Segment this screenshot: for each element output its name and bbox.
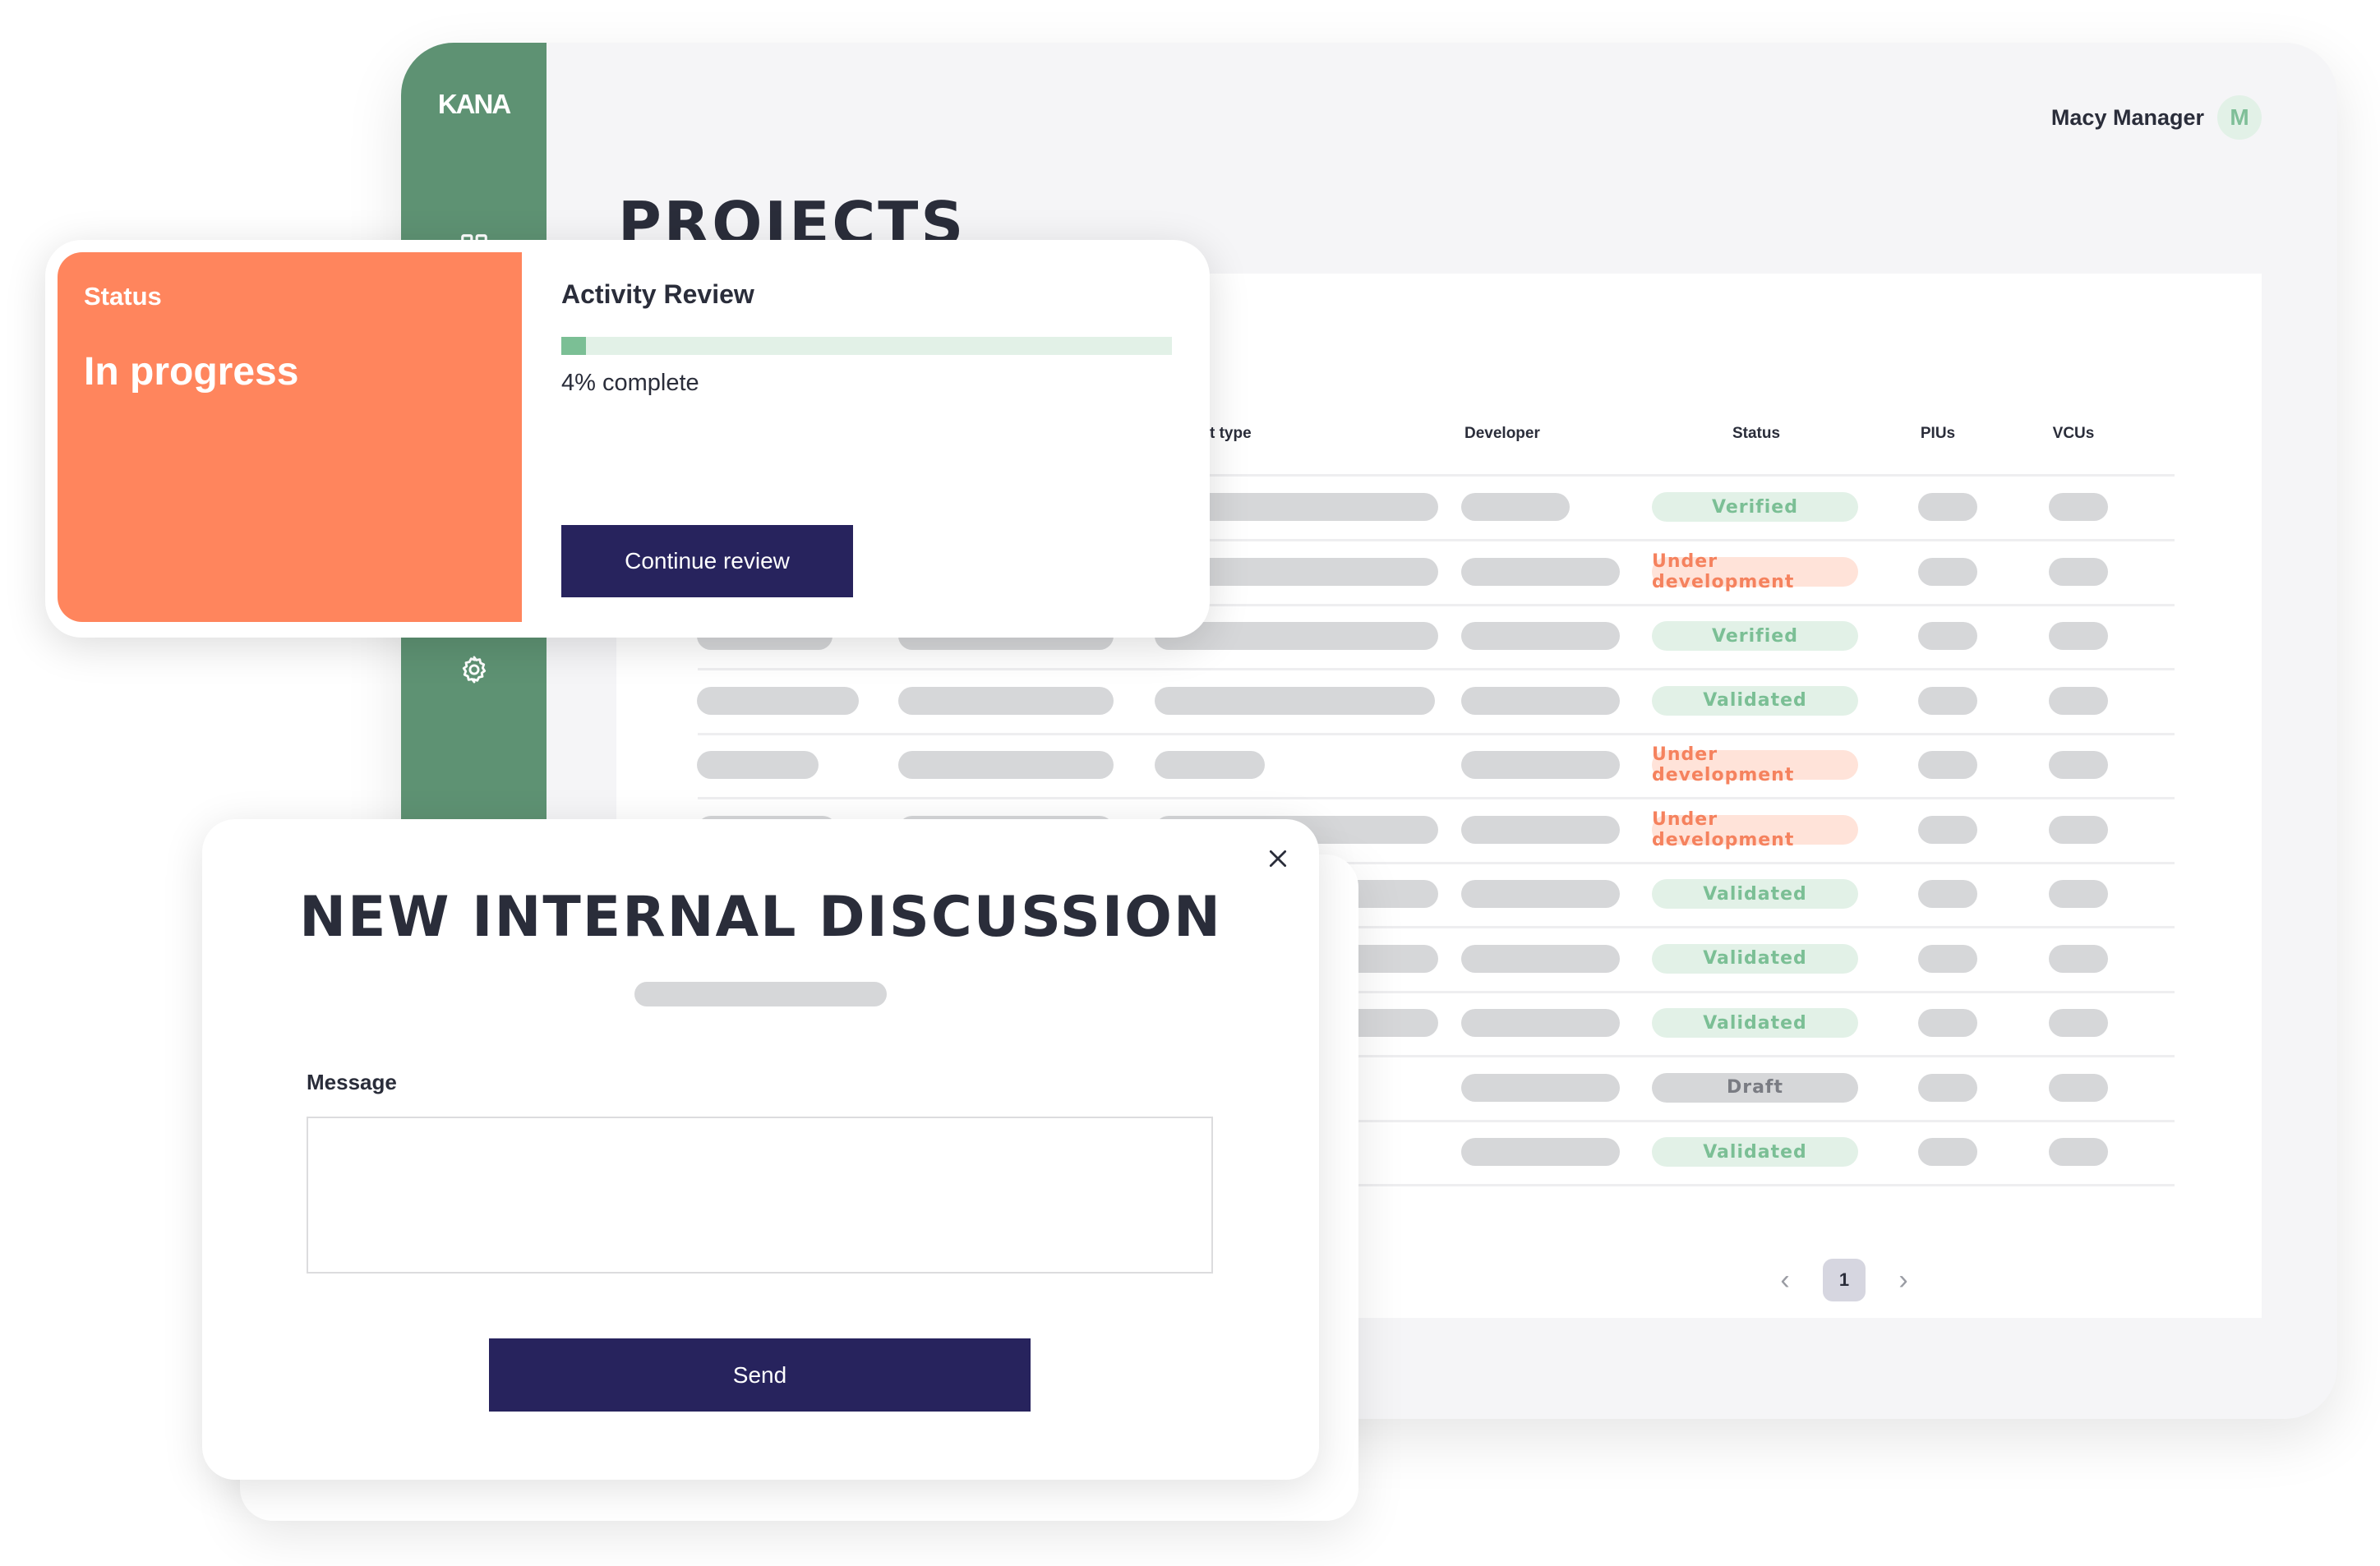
close-icon [1267,848,1289,873]
piu-placeholder [1918,880,1977,908]
cell-placeholder [898,686,1114,715]
vcu-placeholder [2049,622,2108,650]
piu-placeholder [1918,815,1977,844]
progress-text: 4% complete [561,370,699,396]
message-input[interactable] [307,1117,1213,1274]
sidebar-item-settings[interactable] [401,654,547,689]
piu-placeholder [1918,1073,1977,1102]
activity-status-card: Status In progress Activity Review 4% co… [45,240,1210,638]
piu-placeholder [1918,622,1977,650]
cell-placeholder [898,751,1114,779]
modal-title: NEW INTERNAL DISCUSSION [299,885,1222,950]
piu-placeholder [1918,1009,1977,1037]
header-vcus[interactable]: VCUs [2053,425,2095,443]
piu-placeholder [1918,493,1977,521]
developer-placeholder [1461,622,1620,650]
piu-placeholder [1918,686,1977,715]
review-progress-fill [561,337,586,355]
header-credit-type[interactable]: t type [1210,425,1252,443]
vcu-placeholder [2049,1073,2108,1102]
review-progress-bar [561,337,1172,355]
cell-placeholder [697,686,859,715]
user-menu[interactable]: Macy Manager M [2051,95,2262,140]
subtitle-placeholder [634,982,887,1006]
user-name: Macy Manager [2050,104,2204,130]
status-value: In progress [84,350,299,394]
gear-icon [459,654,490,689]
vcu-placeholder [2049,493,2108,521]
kana-logo: KANA [437,89,511,119]
piu-placeholder [1918,1138,1977,1166]
developer-placeholder [1461,880,1620,908]
close-button[interactable] [1261,844,1294,877]
developer-placeholder [1461,1009,1620,1037]
header-status[interactable]: Status [1732,425,1780,443]
status-badge: Validated [1652,1137,1858,1167]
status-badge: Under development [1652,809,1858,850]
activity-review-title: Activity Review [561,279,754,309]
developer-placeholder [1461,1073,1620,1102]
cell-placeholder [1155,686,1435,715]
status-badge: Under development [1652,744,1858,785]
cell-placeholder [697,751,819,779]
status-badge: Under development [1652,551,1858,592]
developer-placeholder [1461,493,1570,521]
row-divider [698,668,2175,670]
vcu-placeholder [2049,557,2108,586]
status-badge: Validated [1652,943,1858,974]
cell-placeholder [1155,751,1265,779]
header-developer[interactable]: Developer [1464,425,1540,443]
vcu-placeholder [2049,751,2108,779]
message-label: Message [307,1070,397,1094]
status-badge: Verified [1652,621,1858,651]
page-number-current[interactable]: 1 [1823,1259,1866,1301]
row-divider [698,732,2175,735]
developer-placeholder [1461,557,1620,586]
piu-placeholder [1918,557,1977,586]
piu-placeholder [1918,944,1977,973]
chevron-left-icon[interactable]: ‹ [1775,1264,1795,1297]
new-discussion-modal: NEW INTERNAL DISCUSSION Message Send [202,819,1319,1480]
continue-review-button[interactable]: Continue review [561,525,853,597]
status-panel: Status In progress [58,252,522,622]
status-label: Status [84,282,162,311]
vcu-placeholder [2049,815,2108,844]
pagination: ‹ 1 › [1775,1259,1913,1301]
vcu-placeholder [2049,686,2108,715]
header-pius[interactable]: PIUs [1921,425,1955,443]
developer-placeholder [1461,686,1620,715]
developer-placeholder [1461,944,1620,973]
vcu-placeholder [2049,1009,2108,1037]
send-button[interactable]: Send [489,1338,1031,1412]
avatar[interactable]: M [2217,95,2262,140]
status-badge: Validated [1652,685,1858,716]
developer-placeholder [1461,1138,1620,1166]
status-badge: Verified [1652,492,1858,522]
vcu-placeholder [2049,944,2108,973]
piu-placeholder [1918,751,1977,779]
chevron-right-icon[interactable]: › [1893,1264,1913,1297]
status-badge: Validated [1652,1008,1858,1038]
vcu-placeholder [2049,880,2108,908]
row-divider [698,797,2175,799]
vcu-placeholder [2049,1138,2108,1166]
status-badge: Draft [1652,1072,1858,1103]
developer-placeholder [1461,751,1620,779]
developer-placeholder [1461,815,1620,844]
status-badge: Validated [1652,879,1858,909]
